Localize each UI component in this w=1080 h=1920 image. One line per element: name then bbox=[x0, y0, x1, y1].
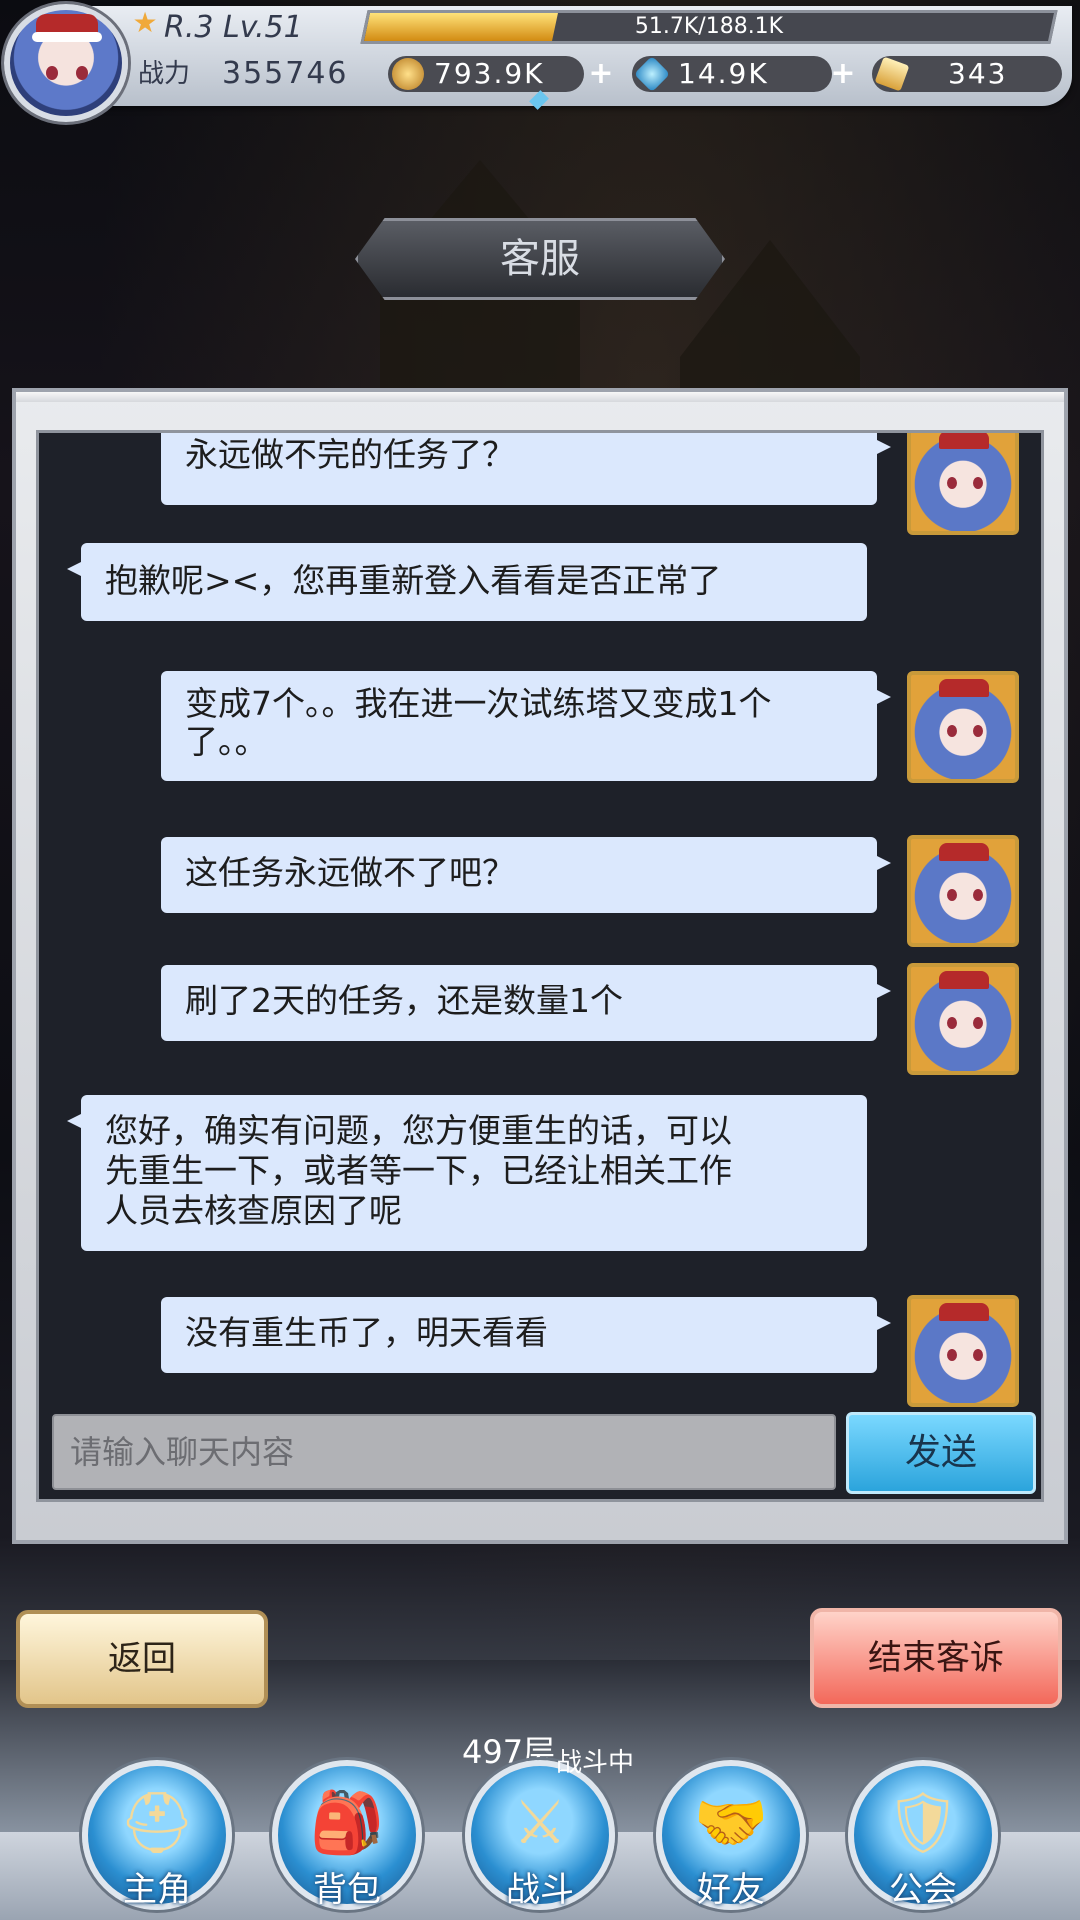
avatar-eye bbox=[973, 1349, 983, 1361]
santa-hat bbox=[939, 843, 989, 861]
power-value: 355746 bbox=[222, 56, 349, 91]
gold-coin-icon bbox=[392, 58, 424, 90]
crossed-swords-icon: ⚔ bbox=[513, 1788, 567, 1858]
nav-item-friends[interactable]: 🤝 好友 bbox=[656, 1760, 806, 1920]
message-line: 永远做不完的任务了？ bbox=[185, 435, 515, 474]
chat-message-user: 没有重生币了，明天看看 bbox=[161, 1297, 891, 1373]
bottom-nav: ⛑ 主角 🎒 背包 ⚔ 战斗 🤝 好友 🛡 公会 bbox=[0, 1760, 1080, 1920]
message-line: 您好，确实有问题，您方便重生的话，可以 bbox=[105, 1111, 732, 1150]
handshake-icon: 🤝 bbox=[693, 1788, 769, 1858]
backpack-icon: 🎒 bbox=[309, 1788, 385, 1858]
chat-message-agent: 抱歉呢><，您再重新登入看看是否正常了 bbox=[67, 543, 867, 621]
chat-message-user: 永远做不完的任务了？ bbox=[161, 433, 891, 505]
ticket-value: 343 bbox=[948, 57, 1008, 90]
chat-message-user: 这任务永远做不了吧？ bbox=[161, 837, 891, 913]
avatar-eye bbox=[973, 725, 983, 737]
avatar-eye bbox=[947, 889, 957, 901]
avatar-eye bbox=[76, 66, 88, 80]
santa-hat bbox=[32, 14, 102, 42]
add-gem-button[interactable]: + bbox=[826, 58, 860, 92]
santa-hat bbox=[939, 971, 989, 989]
add-gold-button[interactable]: + bbox=[584, 58, 618, 92]
guild-crest-icon: 🛡 bbox=[884, 1788, 962, 1858]
message-line: 抱歉呢><，您再重新登入看看是否正常了 bbox=[105, 561, 722, 600]
exp-bar: 51.7K/188.1K bbox=[360, 10, 1058, 44]
nav-label: 主角 bbox=[123, 1870, 191, 1910]
message-line: 变成7个。。我在进一次试练塔又变成1个 bbox=[185, 684, 772, 723]
message-line: 刷了2天的任务，还是数量1个 bbox=[185, 981, 623, 1020]
message-line: 了。。 bbox=[185, 722, 268, 761]
power-label: 战力 bbox=[138, 59, 191, 89]
avatar-eye bbox=[947, 1017, 957, 1029]
santa-hat bbox=[939, 1303, 989, 1321]
nav-item-hero[interactable]: ⛑ 主角 bbox=[82, 1760, 232, 1920]
end-complaint-button[interactable]: 结束客诉 bbox=[810, 1608, 1062, 1708]
chat-history[interactable]: 永远做不完的任务了？ 抱歉呢><，您再重新登入看看是否正常了 变成7个。。我在进… bbox=[36, 430, 1044, 1502]
exp-text: 51.7K/188.1K bbox=[634, 14, 784, 39]
avatar-eye bbox=[947, 725, 957, 737]
helmet-icon: ⛑ bbox=[118, 1788, 196, 1858]
santa-hat bbox=[939, 679, 989, 697]
message-line: 这任务永远做不了吧？ bbox=[185, 853, 515, 892]
chat-message-agent: 您好，确实有问题，您方便重生的话，可以 先重生一下，或者等一下，已经让相关工作 … bbox=[67, 1095, 867, 1251]
message-line: 没有重生币了，明天看看 bbox=[185, 1313, 548, 1352]
star-rank-icon: ★ bbox=[132, 6, 158, 39]
chat-message-user: 变成7个。。我在进一次试练塔又变成1个 了。。 bbox=[161, 671, 891, 781]
chat-message-user: 刷了2天的任务，还是数量1个 bbox=[161, 965, 891, 1041]
back-button[interactable]: 返回 bbox=[16, 1610, 268, 1708]
gem-counter: 14.9K bbox=[632, 55, 832, 93]
top-hud: ★ R.3 Lv.51 51.7K/188.1K 战力 355746 793.9… bbox=[0, 0, 1080, 122]
avatar-eye bbox=[973, 477, 983, 489]
player-avatar[interactable] bbox=[4, 4, 128, 122]
user-chat-avatar bbox=[907, 963, 1019, 1075]
chat-input[interactable]: 请输入聊天内容 bbox=[52, 1414, 836, 1490]
gem-value: 14.9K bbox=[678, 57, 769, 90]
ticket-icon bbox=[874, 56, 910, 92]
page-title: 客服 bbox=[500, 236, 580, 282]
nav-item-guild[interactable]: 🛡 公会 bbox=[848, 1760, 998, 1920]
santa-hat bbox=[939, 433, 989, 449]
player-level: R.3 Lv.51 bbox=[164, 10, 303, 45]
blue-gem-icon bbox=[633, 55, 671, 93]
ticket-counter: 343 bbox=[872, 56, 1062, 92]
nav-label: 背包 bbox=[313, 1870, 381, 1910]
avatar-eye bbox=[947, 477, 957, 489]
battle-status: 战斗中 bbox=[556, 1748, 635, 1778]
user-chat-avatar bbox=[907, 671, 1019, 783]
nav-label: 公会 bbox=[889, 1870, 957, 1910]
avatar-eye bbox=[973, 889, 983, 901]
send-button[interactable]: 发送 bbox=[846, 1412, 1036, 1494]
avatar-eye bbox=[46, 66, 58, 80]
avatar-eye bbox=[973, 1017, 983, 1029]
message-line: 人员去核查原因了呢 bbox=[105, 1191, 402, 1230]
message-line: 先重生一下，或者等一下，已经让相关工作 bbox=[105, 1151, 732, 1190]
nav-item-bag[interactable]: 🎒 背包 bbox=[272, 1760, 422, 1920]
nav-item-battle[interactable]: ⚔ 战斗 bbox=[465, 1760, 615, 1920]
nav-label: 战斗 bbox=[506, 1870, 574, 1910]
avatar-eye bbox=[947, 1349, 957, 1361]
gold-value: 793.9K bbox=[434, 57, 545, 90]
user-chat-avatar bbox=[907, 1295, 1019, 1407]
user-chat-avatar bbox=[907, 835, 1019, 947]
nav-label: 好友 bbox=[697, 1870, 765, 1910]
gold-counter: 793.9K bbox=[388, 56, 584, 92]
user-chat-avatar bbox=[907, 433, 1019, 535]
